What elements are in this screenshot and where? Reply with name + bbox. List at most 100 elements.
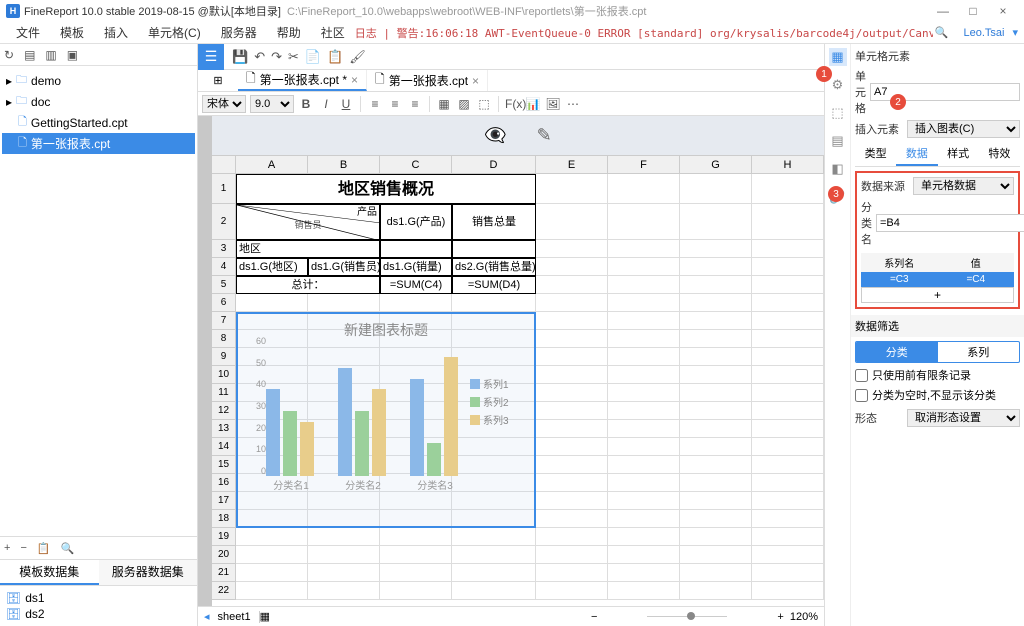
sheet-tab[interactable]: sheet1 <box>210 611 260 623</box>
filter-header[interactable]: 数据筛选 <box>851 315 1024 337</box>
menu-file[interactable]: 文件 <box>6 24 50 41</box>
spreadsheet-grid[interactable]: A B C D E F G H 1地区销售概况 2 产品 <box>212 156 824 606</box>
tree-file-first-report[interactable]: 🗋第一张报表.cpt <box>2 133 195 154</box>
ds-item-ds2[interactable]: 🗄ds2 <box>4 606 193 622</box>
col-C[interactable]: C <box>380 156 452 173</box>
shape-select[interactable]: 取消形态设置 <box>907 409 1020 427</box>
align-left-icon[interactable]: ≡ <box>367 97 383 111</box>
pencil-icon[interactable]: ✎ <box>537 125 552 146</box>
menu-cell[interactable]: 单元格(C) <box>138 24 211 41</box>
eye-off-icon[interactable]: 👁‍🗨 <box>484 125 506 146</box>
tree-folder-doc[interactable]: ▸🗀doc <box>2 91 195 112</box>
redo-icon[interactable]: ↷ <box>271 49 282 65</box>
dataset-panel: + − 📋 🔍 模板数据集 服务器数据集 🗄ds1 🗄ds2 <box>0 536 197 626</box>
ds-remove-icon[interactable]: − <box>20 542 26 554</box>
new-icon[interactable]: ▤ <box>24 48 35 62</box>
close-icon[interactable]: × <box>472 74 479 88</box>
cell-title[interactable]: 地区销售概况 <box>236 174 536 204</box>
tree-file-gettingstarted[interactable]: 🗋GettingStarted.cpt <box>2 112 195 133</box>
merge-icon[interactable]: ⬚ <box>476 97 492 111</box>
series-row[interactable]: =C3=C4 <box>861 272 1014 287</box>
pill-series[interactable]: 系列 <box>938 342 1020 362</box>
fx-icon[interactable]: F(x) <box>505 97 521 111</box>
col-A[interactable]: A <box>236 156 308 173</box>
ds-copy-icon[interactable]: 📋 <box>37 542 51 555</box>
user-label[interactable]: Leo.Tsai <box>955 27 1012 39</box>
dropdown-icon[interactable]: ▾ <box>1012 26 1018 39</box>
brush-icon[interactable]: 🖌 <box>349 49 366 65</box>
zoom-in-icon[interactable]: + <box>777 611 783 623</box>
tab-first-report[interactable]: 🗋 第一张报表.cpt × <box>367 70 488 91</box>
col-H[interactable]: H <box>752 156 824 173</box>
prop-tab-type[interactable]: 类型 <box>855 142 896 166</box>
zoom-level: 120% <box>790 611 818 623</box>
menu-server[interactable]: 服务器 <box>211 24 267 41</box>
border-icon[interactable]: ▦ <box>436 97 452 111</box>
more-icon[interactable]: ⋯ <box>565 97 581 111</box>
copy-icon[interactable]: 📄 <box>305 49 321 65</box>
font-family-select[interactable]: 宋体 <box>202 95 246 113</box>
undo-icon[interactable]: ↶ <box>254 49 265 65</box>
col-G[interactable]: G <box>680 156 752 173</box>
view-icon[interactable]: ⊞ <box>198 74 238 87</box>
image-icon[interactable]: 🖼 <box>545 97 561 111</box>
ds-tab-template[interactable]: 模板数据集 <box>0 560 99 585</box>
add-series-button[interactable]: + <box>861 287 1014 303</box>
home-icon[interactable]: ☰ <box>198 44 224 70</box>
menu-insert[interactable]: 插入 <box>94 24 138 41</box>
fill-icon[interactable]: ▨ <box>456 97 472 111</box>
col-F[interactable]: F <box>608 156 680 173</box>
tab-first-report-dirty[interactable]: 🗋 第一张报表.cpt * × <box>238 70 367 91</box>
chart-selection[interactable]: 新建图表标题 0102030405060 分类名1 <box>236 312 536 528</box>
ds-item-ds1[interactable]: 🗄ds1 <box>4 590 193 606</box>
align-center-icon[interactable]: ≡ <box>387 97 403 111</box>
chk-hide-empty[interactable] <box>855 389 868 402</box>
prop-expand-icon[interactable]: ⬚ <box>829 104 847 122</box>
cut-icon[interactable]: ✂ <box>288 49 299 65</box>
zoom-out-icon[interactable]: − <box>591 611 597 623</box>
close-icon[interactable]: × <box>351 73 358 87</box>
sheet-view-icon[interactable]: ▦ <box>260 610 270 623</box>
collapse-icon[interactable]: ▣ <box>67 48 78 62</box>
prop-cell-icon[interactable]: ▦ <box>829 48 847 66</box>
align-right-icon[interactable]: ≡ <box>407 97 423 111</box>
folder-icon: 🗀 <box>16 92 27 111</box>
preview-strip: 👁‍🗨 ✎ <box>212 116 824 156</box>
file-icon: 🗋 <box>18 113 27 132</box>
titlebar: H FineReport 10.0 stable 2019-08-15 @默认[… <box>0 0 1024 22</box>
col-D[interactable]: D <box>452 156 536 173</box>
prop-tab-style[interactable]: 样式 <box>938 142 979 166</box>
font-size-select[interactable]: 9.0 <box>250 95 294 113</box>
menu-template[interactable]: 模板 <box>50 24 94 41</box>
bold-icon[interactable]: B <box>298 97 314 111</box>
minimize-button[interactable]: — <box>928 4 958 18</box>
tree-folder-demo[interactable]: ▸🗀demo <box>2 70 195 91</box>
insert-select[interactable]: 插入图表(C) <box>907 120 1020 138</box>
pill-category[interactable]: 分类 <box>856 342 938 362</box>
ds-search-icon[interactable]: 🔍 <box>61 542 75 555</box>
prop-style-icon[interactable]: ◧ <box>829 160 847 178</box>
prop-tab-data[interactable]: 数据 <box>896 142 937 166</box>
underline-icon[interactable]: U <box>338 97 354 111</box>
ds-add-icon[interactable]: + <box>4 542 10 554</box>
menu-help[interactable]: 帮助 <box>267 24 311 41</box>
chart-icon[interactable]: 📊 <box>525 97 541 111</box>
data-source-select[interactable]: 单元格数据 <box>913 177 1014 195</box>
chk-limit[interactable] <box>855 369 868 382</box>
refresh-icon[interactable]: ↻ <box>4 48 14 62</box>
prop-cond-icon[interactable]: ▤ <box>829 132 847 150</box>
maximize-button[interactable]: □ <box>958 4 988 18</box>
ds-tab-server[interactable]: 服务器数据集 <box>99 560 198 585</box>
save-icon[interactable]: 💾 <box>232 49 248 65</box>
search-icon[interactable]: 🔍 <box>933 26 949 39</box>
col-B[interactable]: B <box>308 156 380 173</box>
menu-community[interactable]: 社区 <box>311 24 355 41</box>
italic-icon[interactable]: I <box>318 97 334 111</box>
category-input[interactable] <box>876 214 1024 232</box>
open-icon[interactable]: ▥ <box>45 48 56 62</box>
prop-attr-icon[interactable]: ⚙ <box>829 76 847 94</box>
col-E[interactable]: E <box>536 156 608 173</box>
paste-icon[interactable]: 📋 <box>327 49 343 65</box>
prop-tab-effect[interactable]: 特效 <box>979 142 1020 166</box>
close-button[interactable]: × <box>988 4 1018 18</box>
